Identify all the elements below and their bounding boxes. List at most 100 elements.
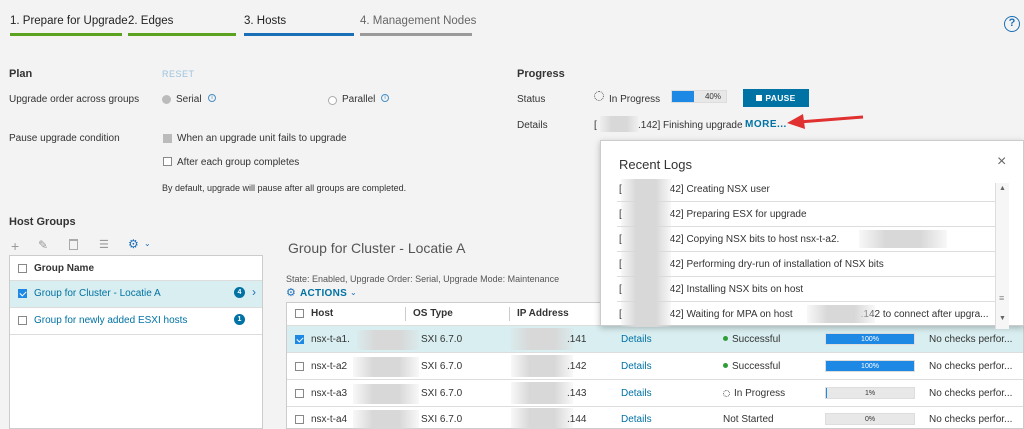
- serial-radio[interactable]: [162, 95, 171, 104]
- progress-text: 1%: [864, 390, 876, 397]
- group-checkbox[interactable]: [18, 316, 27, 325]
- step-bar: [360, 33, 472, 36]
- chevron-down-icon[interactable]: ⌄: [350, 288, 357, 297]
- close-icon[interactable]: ×: [997, 153, 1006, 171]
- scroll-down-icon[interactable]: ▼: [999, 315, 1006, 322]
- redacted-ip-column: [621, 179, 671, 327]
- log-text: 42] Performing dry-run of installation o…: [669, 259, 884, 270]
- pause-after-group-checkbox[interactable]: [163, 157, 172, 166]
- row-checkbox[interactable]: [295, 362, 304, 371]
- group-name[interactable]: Group for newly added ESXI hosts: [34, 315, 187, 326]
- pause-label: PAUSE: [765, 93, 796, 103]
- row-progress-bar: 1%: [825, 387, 915, 399]
- chevron-right-icon[interactable]: ›: [252, 285, 256, 299]
- scroll-up-icon[interactable]: ▲: [999, 185, 1006, 192]
- host-groups-title: Host Groups: [9, 216, 76, 228]
- table-row[interactable]: nsx-t-a1. SXI 6.7.0 .141 Details Success…: [287, 326, 1023, 352]
- divider: [617, 226, 997, 227]
- select-all-checkbox[interactable]: [295, 309, 304, 318]
- row-checkbox[interactable]: [295, 389, 304, 398]
- info-icon[interactable]: i: [381, 94, 389, 102]
- details-value: .142] Finishing upgrade: [638, 120, 743, 131]
- os-type: SXI 6.7.0: [421, 361, 463, 372]
- host-count-badge: 1: [234, 314, 245, 325]
- table-row[interactable]: nsx-t-a4 SXI 6.7.0 .144 Details Not Star…: [287, 407, 1023, 429]
- select-all-checkbox[interactable]: [18, 264, 27, 273]
- host-name: nsx-t-a1.: [311, 334, 350, 345]
- column-header-host[interactable]: Host: [311, 308, 333, 319]
- redacted-ip: [511, 382, 573, 404]
- divider: [617, 201, 997, 202]
- add-icon[interactable]: +: [11, 238, 19, 254]
- column-separator: [405, 307, 406, 321]
- more-link[interactable]: MORE...: [745, 119, 787, 130]
- ip-address: .144: [567, 414, 587, 425]
- row-checkbox[interactable]: [295, 335, 304, 344]
- redacted-hostname: [357, 330, 419, 350]
- group-name[interactable]: Group for Cluster - Locatie A: [34, 288, 161, 299]
- pause-on-failure-checkbox[interactable]: [163, 134, 172, 143]
- table-row[interactable]: nsx-t-a3 SXI 6.7.0 .143 Details In Progr…: [287, 380, 1023, 406]
- log-text: 42] Preparing ESX for upgrade: [669, 209, 807, 220]
- column-header-ip-address[interactable]: IP Address: [517, 308, 569, 319]
- step-edges[interactable]: 2. Edges: [128, 0, 236, 36]
- pre-checks: No checks perfor...: [929, 388, 1013, 399]
- group-row-selected[interactable]: Group for Cluster - Locatie A 4 ›: [10, 281, 262, 307]
- overall-progress-bar: 40%: [671, 90, 727, 103]
- step-hosts[interactable]: 3. Hosts: [244, 0, 354, 36]
- host-count-badge: 4: [234, 287, 245, 298]
- details-prefix: [: [594, 120, 597, 131]
- edit-icon[interactable]: ✎: [38, 238, 48, 252]
- details-link[interactable]: Details: [621, 334, 652, 345]
- group-row[interactable]: Group for newly added ESXI hosts 1: [10, 308, 262, 334]
- actions-button[interactable]: ACTIONS: [300, 288, 347, 299]
- divider: [617, 251, 997, 252]
- ip-address: .142: [567, 361, 587, 372]
- gear-icon[interactable]: ⚙: [286, 286, 296, 299]
- redacted-hostname: [353, 384, 419, 404]
- log-scrollbar[interactable]: ▲ ≡ ▼: [995, 183, 1009, 329]
- redacted-ip: [511, 355, 573, 377]
- status-text: In Progress: [734, 388, 786, 399]
- reset-link[interactable]: RESET: [162, 69, 195, 79]
- table-row[interactable]: nsx-t-a2 SXI 6.7.0 .142 Details Successf…: [287, 353, 1023, 379]
- details-link[interactable]: Details: [621, 388, 652, 399]
- pause-button[interactable]: PAUSE: [743, 89, 809, 107]
- redacted-hostname: [859, 230, 947, 248]
- upgrade-status: Not Started: [723, 414, 774, 425]
- details-link[interactable]: Details: [621, 414, 652, 425]
- host-groups-panel: Group Name Group for Cluster - Locatie A…: [9, 255, 263, 429]
- plan-title: Plan: [9, 68, 33, 80]
- ip-address: .141: [567, 334, 587, 345]
- log-entry: [42] Waiting for MPA on host.142 to conn…: [619, 309, 989, 320]
- log-text: 42] Copying NSX bits to host nsx-t-a2.: [669, 234, 840, 245]
- row-checkbox[interactable]: [295, 415, 304, 424]
- parallel-radio[interactable]: [328, 96, 337, 105]
- upgrade-status: Successful: [723, 361, 780, 372]
- step-label: 2. Edges: [128, 15, 174, 27]
- pre-checks: No checks perfor...: [929, 361, 1013, 372]
- column-header-os-type[interactable]: OS Type: [413, 308, 453, 319]
- host-name: nsx-t-a2: [311, 361, 348, 372]
- details-link[interactable]: Details: [621, 361, 652, 372]
- help-icon[interactable]: ?: [1004, 16, 1020, 32]
- redacted-ip: [511, 408, 573, 429]
- step-prepare[interactable]: 1. Prepare for Upgrade: [10, 0, 128, 36]
- status-value: In Progress: [609, 94, 661, 105]
- group-detail-title: Group for Cluster - Locatie A: [288, 240, 466, 256]
- os-type: SXI 6.7.0: [421, 388, 463, 399]
- redacted-ip: [807, 305, 875, 323]
- os-type: SXI 6.7.0: [421, 414, 463, 425]
- step-management-nodes[interactable]: 4. Management Nodes: [360, 0, 476, 36]
- progress-title: Progress: [517, 68, 565, 80]
- gear-icon[interactable]: ⚙: [128, 237, 139, 251]
- host-name: nsx-t-a3: [311, 388, 348, 399]
- step-label: 3. Hosts: [244, 15, 287, 27]
- scroll-thumb-icon[interactable]: ≡: [999, 293, 1004, 303]
- reorder-icon[interactable]: ☰: [99, 238, 109, 251]
- recent-logs-title: Recent Logs: [619, 157, 692, 172]
- group-checkbox[interactable]: [18, 289, 27, 298]
- delete-icon[interactable]: [69, 239, 78, 250]
- chevron-down-icon[interactable]: ⌄: [144, 239, 151, 248]
- info-icon[interactable]: i: [208, 94, 216, 102]
